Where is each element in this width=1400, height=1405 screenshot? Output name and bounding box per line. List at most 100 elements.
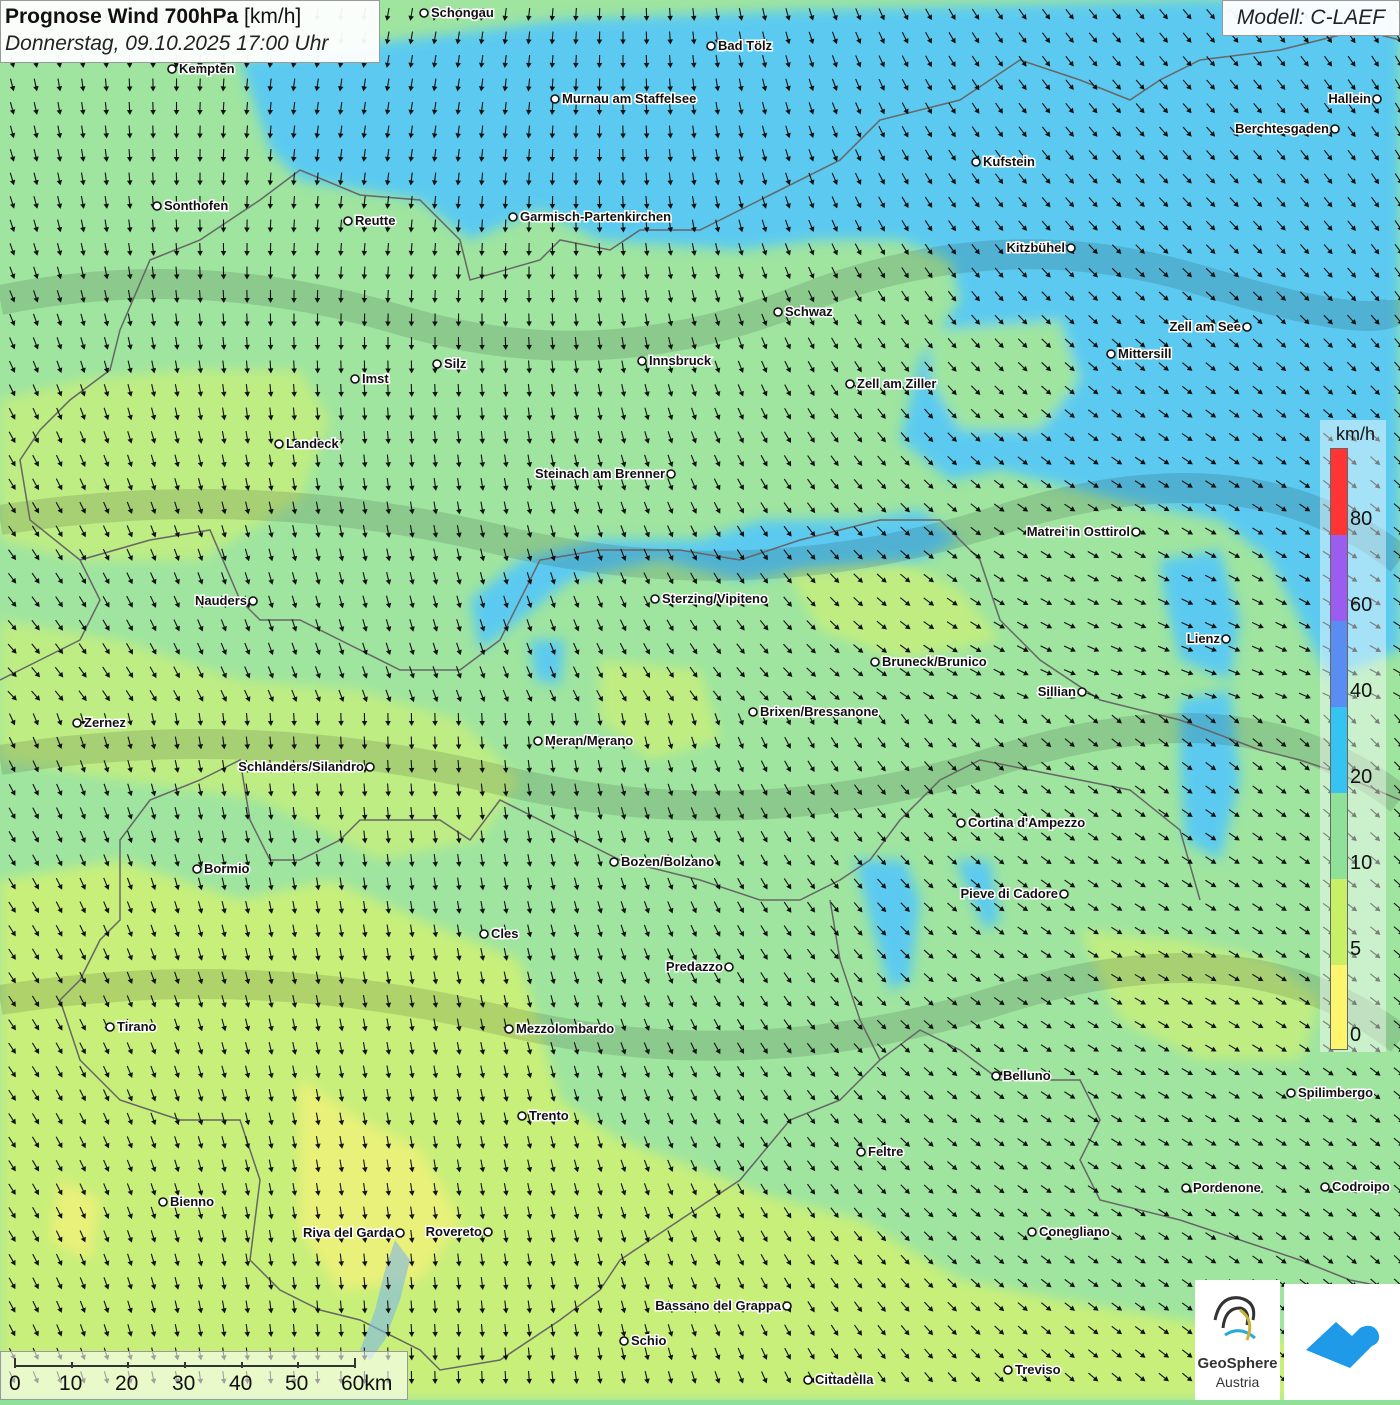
city-label: Riva del Garda (303, 1225, 395, 1240)
city-dot (551, 95, 559, 103)
model-label: Modell: C-LAEF (1222, 0, 1400, 36)
city-label: Garmisch-Partenkirchen (520, 209, 671, 224)
city-dot (1182, 1184, 1190, 1192)
city-marker: Codroipo (1321, 1179, 1390, 1194)
city-dot (725, 963, 733, 971)
legend-tick: 5 (1350, 938, 1361, 961)
city-label: Conegliano (1039, 1224, 1110, 1239)
logo-text: Austria (1195, 1374, 1280, 1390)
city-label: Hallein (1328, 91, 1371, 106)
scale-bar-line (1, 1354, 409, 1374)
city-dot (518, 1112, 526, 1120)
city-label: Matrei in Osttirol (1027, 524, 1130, 539)
city-label: Brixen/Bressanone (760, 704, 879, 719)
city-dot (106, 1023, 114, 1031)
city-marker: Matrei in Osttirol (1027, 524, 1140, 539)
city-label: Bienno (170, 1194, 214, 1209)
city-label: Berchtesgaden (1235, 121, 1329, 136)
city-dot (667, 470, 675, 478)
city-dot (651, 595, 659, 603)
city-label: Nauders (195, 593, 247, 608)
app-logo[interactable] (1284, 1284, 1400, 1400)
scale-label: 10 (59, 1372, 82, 1396)
city-label: Innsbruck (649, 353, 712, 368)
city-label: Feltre (868, 1144, 903, 1159)
legend-segment-20 (1331, 707, 1347, 793)
city-label: Bozen/Bolzano (621, 854, 714, 869)
city-label: Predazzo (666, 959, 723, 974)
logo-text: GeoSphere (1195, 1355, 1280, 1372)
city-marker: Cortina d'Ampezzo (957, 815, 1085, 830)
city-dot (972, 158, 980, 166)
city-dot (857, 1148, 865, 1156)
city-label: Codroipo (1332, 1179, 1390, 1194)
city-dot (193, 865, 201, 873)
city-label: Belluno (1003, 1068, 1051, 1083)
forecast-time: Donnerstag, 09.10.2025 17:00 Uhr (5, 30, 375, 58)
wind-map: SchongauBad TölzKemptenHalleinMurnau am … (0, 0, 1400, 1400)
page-title: Prognose Wind 700hPa [km/h] (5, 3, 375, 30)
scale-label: 50 (285, 1372, 308, 1396)
city-dot (1067, 244, 1075, 252)
city-label: Imst (362, 371, 389, 386)
legend-segment-0 (1331, 965, 1347, 1049)
city-marker: Sonthofen (153, 198, 228, 213)
city-dot (957, 819, 965, 827)
city-label: Zell am Ziller (857, 376, 936, 391)
legend-tick: 20 (1350, 766, 1372, 789)
city-marker: Innsbruck (638, 353, 712, 368)
city-dot (1373, 95, 1381, 103)
city-dot (1078, 688, 1086, 696)
city-marker: Meran/Merano (534, 733, 633, 748)
city-dot (1107, 350, 1115, 358)
legend-unit: km/h (1336, 424, 1375, 445)
city-dot (433, 360, 441, 368)
city-marker: Garmisch-Partenkirchen (509, 209, 671, 224)
city-dot (1321, 1183, 1329, 1191)
city-dot (749, 708, 757, 716)
city-label: Kufstein (983, 154, 1035, 169)
city-dot (1331, 125, 1339, 133)
legend-tick: 10 (1350, 852, 1372, 875)
city-label: Schwaz (785, 304, 833, 319)
city-marker: Zell am See (1169, 319, 1251, 334)
scale-label: 40 (229, 1372, 252, 1396)
mountain-cloud-icon (1284, 1284, 1400, 1400)
city-label: Steinach am Brenner (535, 466, 665, 481)
geosphere-logo[interactable]: GeoSphere Austria (1195, 1280, 1280, 1400)
city-dot (774, 308, 782, 316)
city-label: Lienz (1187, 631, 1221, 646)
city-label: Kitzbühel (1007, 240, 1066, 255)
city-dot (505, 1025, 513, 1033)
city-marker: Spilimbergo (1287, 1085, 1373, 1100)
city-dot (1004, 1366, 1012, 1374)
city-dot (1028, 1228, 1036, 1236)
city-dot (159, 1198, 167, 1206)
city-dot (846, 380, 854, 388)
city-marker: Schlanders/Silandro (238, 759, 374, 774)
city-dot (168, 65, 176, 73)
legend-tick: 60 (1350, 594, 1372, 617)
city-label: Mezzolombardo (516, 1021, 614, 1036)
city-dot (1132, 528, 1140, 536)
city-marker: Murnau am Staffelsee (551, 91, 696, 106)
city-label: Tirano (117, 1019, 157, 1034)
city-marker: Schongau (420, 5, 494, 20)
city-label: Pieve di Cadore (960, 886, 1058, 901)
city-dot (804, 1376, 812, 1384)
city-dot (783, 1302, 791, 1310)
city-label: Pordenone (1193, 1180, 1261, 1195)
city-dot (620, 1337, 628, 1345)
legend-segment-80 (1331, 449, 1347, 535)
city-label: Cittadella (815, 1372, 874, 1387)
city-label: Spilimbergo (1298, 1085, 1373, 1100)
city-dot (1243, 323, 1251, 331)
city-label: Reutte (355, 213, 395, 228)
city-label: Bruneck/Brunico (882, 654, 987, 669)
city-label: Treviso (1015, 1362, 1061, 1377)
city-marker: Kitzbühel (1007, 240, 1076, 255)
scale-label: 60km (341, 1372, 392, 1396)
legend-bar (1330, 448, 1348, 1050)
city-dot (1287, 1089, 1295, 1097)
city-label: Zell am See (1169, 319, 1241, 334)
